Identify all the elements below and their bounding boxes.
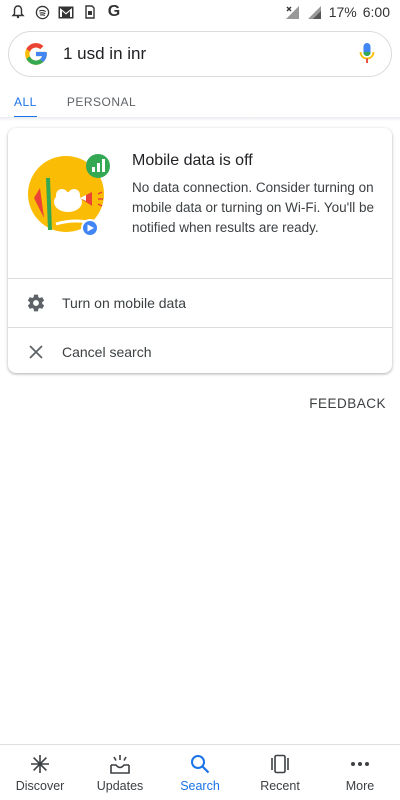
nav-recent-label: Recent: [260, 778, 300, 793]
search-query[interactable]: 1 usd in inr: [63, 44, 357, 64]
turn-on-mobile-data-button[interactable]: Turn on mobile data: [8, 279, 392, 327]
card-text: Mobile data is off No data connection. C…: [132, 148, 378, 278]
battery-percent: 17%: [328, 4, 357, 20]
feedback-link[interactable]: FEEDBACK: [309, 396, 386, 411]
mobile-data-off-card: Mobile data is off No data connection. C…: [8, 128, 392, 373]
recent-cards-icon: [269, 753, 291, 775]
nav-more-label: More: [345, 778, 375, 793]
status-left: G: [10, 3, 122, 20]
cancel-search-label: Cancel search: [62, 344, 152, 360]
nav-discover-label: Discover: [15, 778, 65, 793]
search-tabs: ALL PERSONAL: [0, 86, 400, 118]
nav-discover[interactable]: Discover: [0, 745, 80, 800]
nav-updates[interactable]: Updates: [80, 745, 160, 800]
nav-recent[interactable]: Recent: [240, 745, 320, 800]
search-box[interactable]: 1 usd in inr: [8, 31, 392, 77]
nav-search[interactable]: Search: [160, 745, 240, 800]
offline-illustration: [26, 148, 114, 238]
nav-more[interactable]: More: [320, 745, 400, 800]
signal-icon: [307, 4, 323, 20]
sim-icon: [82, 4, 98, 20]
card-title: Mobile data is off: [132, 152, 253, 169]
clock: 6:00: [362, 4, 390, 20]
tab-all[interactable]: ALL: [14, 86, 37, 118]
gmail-icon: [58, 4, 74, 20]
status-right: 17% 6:00: [285, 4, 390, 20]
status-bar: G 17% 6:00: [0, 0, 400, 24]
spotify-icon: [34, 4, 50, 20]
close-icon: [26, 342, 46, 362]
no-signal-icon: [285, 4, 301, 20]
notification-bell-icon: [10, 4, 26, 20]
tab-personal[interactable]: PERSONAL: [67, 86, 136, 118]
card-content: Mobile data is off No data connection. C…: [8, 128, 392, 278]
card-body: No data connection. Consider turning on …: [132, 180, 374, 235]
gear-icon: [26, 293, 46, 313]
bottom-nav: Discover Updates Search Recent More: [0, 744, 400, 800]
cancel-search-button[interactable]: Cancel search: [8, 328, 392, 373]
mic-icon[interactable]: [357, 41, 377, 67]
google-icon: G: [107, 3, 121, 20]
discover-asterisk-icon: [29, 753, 51, 775]
google-g-icon: [23, 41, 49, 67]
search-icon: [189, 753, 211, 775]
tabs-divider: [0, 117, 400, 121]
turn-on-mobile-data-label: Turn on mobile data: [62, 295, 186, 311]
nav-updates-label: Updates: [96, 778, 144, 793]
more-dots-icon: [349, 753, 371, 775]
nav-search-label: Search: [180, 778, 220, 793]
updates-inbox-icon: [109, 753, 131, 775]
